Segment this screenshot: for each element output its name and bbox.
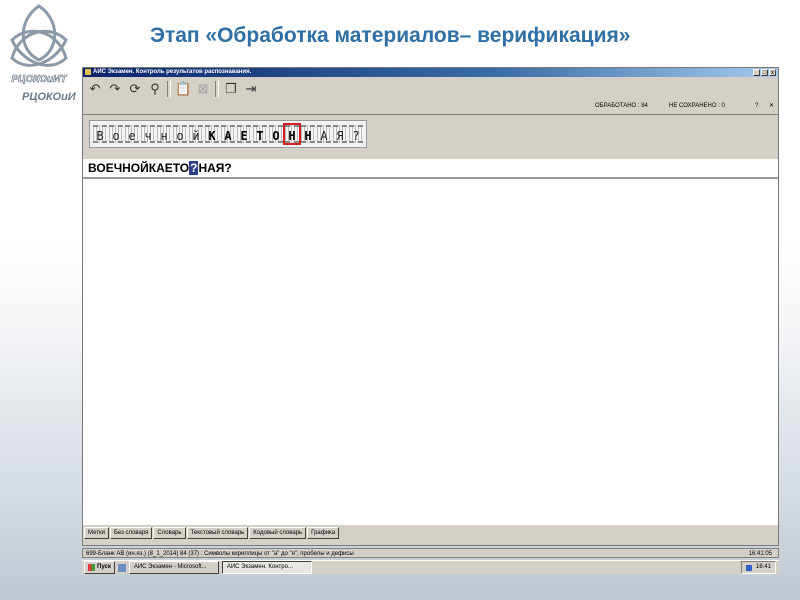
app-window: АИС Экзамен. Контроль результатов распоз… [82, 67, 779, 546]
image-cell: Я [333, 125, 347, 143]
status-time: 16:41:05 [748, 551, 772, 557]
image-cell: н [157, 125, 171, 143]
tab-marks[interactable]: Метки [84, 527, 109, 539]
image-cell: о [173, 125, 187, 143]
taskbar-item[interactable]: АИС Экзамен - Microsoft... [128, 561, 219, 574]
tray-icon[interactable] [745, 564, 752, 571]
maximize-button[interactable]: □ [761, 69, 768, 76]
image-cell: К [205, 125, 219, 143]
tab-code-dictionary[interactable]: Кодовый словарь [249, 527, 307, 539]
image-cell: ч [141, 125, 155, 143]
tab-no-dictionary[interactable]: Без словаря [109, 527, 153, 539]
paste-icon[interactable]: 📋 [175, 81, 191, 97]
quick-launch-icon[interactable] [117, 563, 126, 572]
window-titlebar[interactable]: АИС Экзамен. Контроль результатов распоз… [83, 68, 778, 77]
processed-counter: ОБРАБОТАНО : 84 [595, 103, 648, 109]
tray-clock: 16:41 [755, 564, 771, 570]
delete-icon[interactable]: ⊠ [195, 81, 211, 97]
counter-row: ОБРАБОТАНО : 84 НЕ СОХРАНЕНО : 0 ? ✕ [83, 100, 778, 112]
exit-icon[interactable]: ⇥ [243, 81, 259, 97]
image-cell-highlighted[interactable]: Н [283, 123, 301, 145]
logo: РЦОКОиИТ [0, 0, 78, 100]
scanned-image-strip: В о е ч н о й К А Е Т О Н Н А Я ? [89, 120, 367, 148]
content-area [83, 179, 778, 525]
toolbar-separator [215, 81, 219, 97]
windows-flag-icon [88, 564, 95, 571]
image-cell: е [125, 125, 139, 143]
logo-knot-icon: РЦОКОиИТ [10, 4, 68, 85]
tab-dictionary[interactable]: Словарь [153, 527, 186, 539]
window-close-button[interactable]: x [769, 69, 776, 76]
recognized-text-after: НАЯ? [198, 161, 232, 175]
image-cell: О [269, 125, 283, 143]
not-saved-counter: НЕ СОХРАНЕНО : 0 [669, 103, 725, 109]
copy-icon[interactable]: ❐ [223, 81, 239, 97]
recognized-text-field[interactable]: ВОЕЧНОЙКАЕТО?НАЯ? [83, 159, 778, 179]
image-cell: о [109, 125, 123, 143]
app-icon [85, 69, 91, 75]
image-cell: А [317, 125, 331, 143]
image-panel: В о е ч н о й К А Е Т О Н Н А Я ? [83, 114, 778, 160]
close-button[interactable]: ✕ [769, 100, 774, 112]
image-cell: й [189, 125, 203, 143]
start-button[interactable]: Пуск [84, 561, 115, 574]
window-title: АИС Экзамен. Контроль результатов распоз… [93, 69, 252, 75]
help-button[interactable]: ? [755, 100, 758, 112]
redo-icon[interactable]: ↷ [107, 81, 123, 97]
undo-icon[interactable]: ↶ [87, 81, 103, 97]
system-tray: 16:41 [740, 561, 776, 574]
tab-graphics[interactable]: Графика [307, 527, 340, 539]
image-cell: Е [237, 125, 251, 143]
logo-subtext: РЦОКОиИ [22, 91, 76, 103]
start-label: Пуск [97, 564, 111, 570]
image-cell: ? [349, 125, 363, 143]
image-cell: Т [253, 125, 267, 143]
search-icon[interactable]: ⚲ [147, 81, 163, 97]
toolbar: ↶ ↷ ⟳ ⚲ 📋 ⊠ ❐ ⇥ [83, 78, 778, 100]
taskbar-item-active[interactable]: АИС Экзамен. Контро... [221, 561, 312, 574]
status-text: 699-Бланк АВ (ин.яз.) (8_1_2014) 84 (37)… [86, 551, 354, 557]
mode-tabs: Метки Без словаря Словарь Текстовый слов… [83, 527, 778, 539]
toolbar-separator [167, 81, 171, 97]
rotate-icon[interactable]: ⟳ [127, 81, 143, 97]
image-cell: Н [301, 125, 315, 143]
image-cell: В [93, 125, 107, 143]
recognized-text-before: ВОЕЧНОЙКАЕТО [88, 161, 190, 175]
status-bar: 699-Бланк АВ (ин.яз.) (8_1_2014) 84 (37)… [82, 548, 779, 558]
minimize-button[interactable]: _ [753, 69, 760, 76]
slide-title: Этап «Обработка материалов– верификация» [150, 24, 631, 47]
logo-text: РЦОКОиИТ [12, 74, 68, 85]
image-cell: А [221, 125, 235, 143]
tab-text-dictionary[interactable]: Текстовый словарь [186, 527, 249, 539]
taskbar: Пуск АИС Экзамен - Microsoft... АИС Экза… [82, 560, 779, 574]
